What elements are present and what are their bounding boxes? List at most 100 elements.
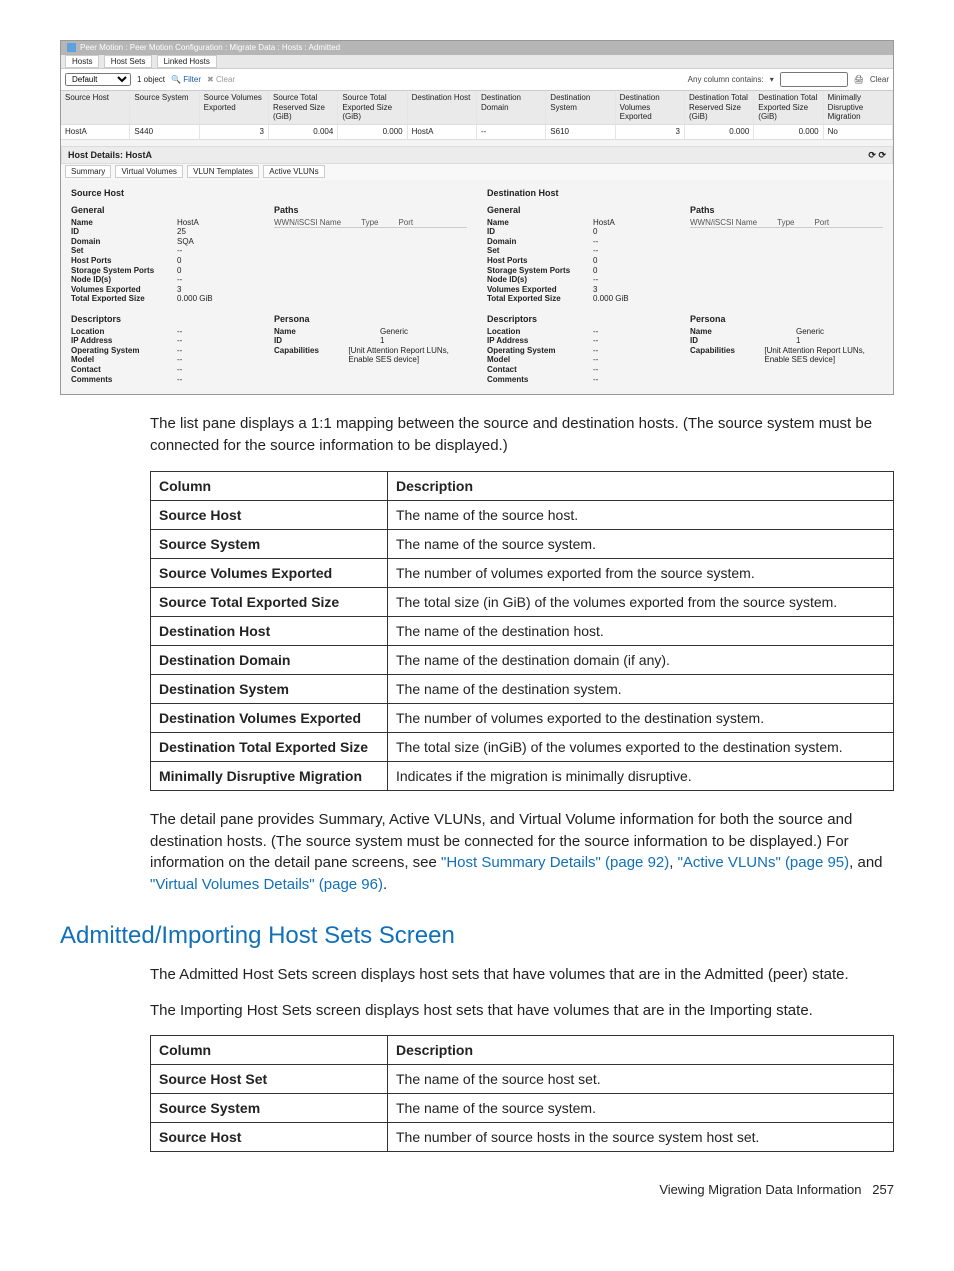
source-header: Source Host <box>71 188 467 199</box>
kv-row: NameGeneric <box>690 327 883 337</box>
subtab-vlun-templates[interactable]: VLUN Templates <box>187 165 259 178</box>
table-row: Source Total Exported SizeThe total size… <box>151 587 894 616</box>
kv-row: Set-- <box>71 246 264 256</box>
clear-right[interactable]: Clear <box>870 75 889 85</box>
cell: HostA <box>408 125 477 139</box>
dest-general: General <box>487 205 680 216</box>
cell: S440 <box>130 125 199 139</box>
col-header[interactable]: Minimally Disruptive Migration <box>824 91 893 124</box>
cell: S610 <box>546 125 615 139</box>
kv-row: Operating System-- <box>71 346 264 356</box>
col-header[interactable]: Source Total Exported Size (GiB) <box>338 91 407 124</box>
table-row: Minimally Disruptive MigrationIndicates … <box>151 761 894 790</box>
kv-row: ID1 <box>690 336 883 346</box>
clear-link[interactable]: ✖ Clear <box>207 75 235 85</box>
cell: 0.000 <box>685 125 754 139</box>
paragraph-detail-pane: The detail pane provides Summary, Active… <box>150 809 894 896</box>
col-header[interactable]: Destination Domain <box>477 91 546 124</box>
col-header[interactable]: Source Host <box>61 91 130 124</box>
kv-row: NameGeneric <box>274 327 467 337</box>
toolbar: Default 1 object 🔍 Filter ✖ Clear Any co… <box>61 69 893 91</box>
filter-input[interactable] <box>780 72 848 87</box>
top-tabs: Hosts Host Sets Linked Hosts <box>61 55 893 70</box>
tab-hosts[interactable]: Hosts <box>65 55 99 68</box>
col-header[interactable]: Destination Volumes Exported <box>616 91 685 124</box>
kv-row: Comments-- <box>487 375 680 385</box>
source-paths: Paths <box>274 205 467 216</box>
table-row: Source SystemThe name of the source syst… <box>151 1094 894 1123</box>
cell: 0.000 <box>338 125 407 139</box>
col-header[interactable]: Destination System <box>546 91 615 124</box>
col-header[interactable]: Destination Total Exported Size (GiB) <box>754 91 823 124</box>
details-icons[interactable]: ⟳ ⟳ <box>868 150 886 161</box>
col-header[interactable]: Source Volumes Exported <box>200 91 269 124</box>
grid-row[interactable]: HostA S440 3 0.004 0.000 HostA -- S610 3… <box>61 125 893 140</box>
table-row: Source HostThe number of source hosts in… <box>151 1123 894 1152</box>
window-titlebar: Peer Motion : Peer Motion Configuration … <box>61 41 893 55</box>
dest-paths: Paths <box>690 205 883 216</box>
table-row: Destination DomainThe name of the destin… <box>151 645 894 674</box>
kv-row: Set-- <box>487 246 680 256</box>
table-row: Destination SystemThe name of the destin… <box>151 674 894 703</box>
tab-linked-hosts[interactable]: Linked Hosts <box>157 55 217 68</box>
table-row: Source SystemThe name of the source syst… <box>151 529 894 558</box>
object-count: 1 object <box>137 75 165 85</box>
link-virtual-volumes[interactable]: "Virtual Volumes Details" (page 96) <box>150 876 383 893</box>
source-descriptors: Descriptors <box>71 314 264 325</box>
table-header: Column <box>151 471 388 500</box>
cell: 0.004 <box>269 125 338 139</box>
kv-row: Host Ports0 <box>487 256 680 266</box>
filter-dropdown-icon[interactable]: ▾ <box>770 75 774 85</box>
table-header: Column <box>151 1036 388 1065</box>
kv-row: Model-- <box>71 355 264 365</box>
kv-row: Contact-- <box>71 365 264 375</box>
kv-row: Comments-- <box>71 375 264 385</box>
source-host-panel: Source Host General NameHostA ID25 Domai… <box>71 184 467 384</box>
kv-row: DomainSQA <box>71 237 264 247</box>
kv-row: Host Ports0 <box>71 256 264 266</box>
page-footer: Viewing Migration Data Information 257 <box>60 1182 894 1197</box>
path-col: WWN/iSCSI Name <box>690 218 757 228</box>
subtab-summary[interactable]: Summary <box>65 165 111 178</box>
detail-subtabs: Summary Virtual Volumes VLUN Templates A… <box>61 164 893 180</box>
tab-host-sets[interactable]: Host Sets <box>104 55 153 68</box>
kv-row: Volumes Exported3 <box>71 285 264 295</box>
grid-header: Source Host Source System Source Volumes… <box>61 91 893 125</box>
kv-row: Domain-- <box>487 237 680 247</box>
kv-row: Capabilities[Unit Attention Report LUNs,… <box>690 346 883 365</box>
table-header: Description <box>388 1036 894 1065</box>
any-column-label: Any column contains: <box>688 75 764 85</box>
cell: 3 <box>200 125 269 139</box>
path-col: Type <box>777 218 794 228</box>
cell: No <box>824 125 893 139</box>
kv-row: Location-- <box>71 327 264 337</box>
kv-row: Node ID(s)-- <box>487 275 680 285</box>
paragraph-admitted: The Admitted Host Sets screen displays h… <box>150 964 894 986</box>
table-row: Destination Volumes ExportedThe number o… <box>151 703 894 732</box>
table-row: Source Host SetThe name of the source ho… <box>151 1065 894 1094</box>
window-icon <box>67 43 76 52</box>
dest-descriptors: Descriptors <box>487 314 680 325</box>
kv-row: Model-- <box>487 355 680 365</box>
col-header[interactable]: Destination Host <box>408 91 477 124</box>
view-dropdown[interactable]: Default <box>65 73 131 86</box>
print-icon[interactable]: 🖨 <box>854 75 864 85</box>
table-header: Description <box>388 471 894 500</box>
kv-row: IP Address-- <box>487 336 680 346</box>
kv-row: Capabilities[Unit Attention Report LUNs,… <box>274 346 467 365</box>
col-header[interactable]: Source Total Reserved Size (GiB) <box>269 91 338 124</box>
cell: 3 <box>616 125 685 139</box>
subtab-active-vluns[interactable]: Active VLUNs <box>263 165 324 178</box>
kv-row: IP Address-- <box>71 336 264 346</box>
kv-row: Operating System-- <box>487 346 680 356</box>
col-header[interactable]: Source System <box>130 91 199 124</box>
col-header[interactable]: Destination Total Reserved Size (GiB) <box>685 91 754 124</box>
subtab-virtual-volumes[interactable]: Virtual Volumes <box>115 165 182 178</box>
details-bar: Host Details: HostA ⟳ ⟳ <box>61 146 893 165</box>
link-active-vluns[interactable]: "Active VLUNs" (page 95) <box>678 854 850 871</box>
link-host-summary[interactable]: "Host Summary Details" (page 92) <box>441 854 669 871</box>
footer-title: Viewing Migration Data Information <box>659 1182 861 1197</box>
table-row: Source Volumes ExportedThe number of vol… <box>151 558 894 587</box>
filter-link[interactable]: 🔍 Filter <box>171 75 201 85</box>
paragraph-list-pane: The list pane displays a 1:1 mapping bet… <box>150 413 894 457</box>
